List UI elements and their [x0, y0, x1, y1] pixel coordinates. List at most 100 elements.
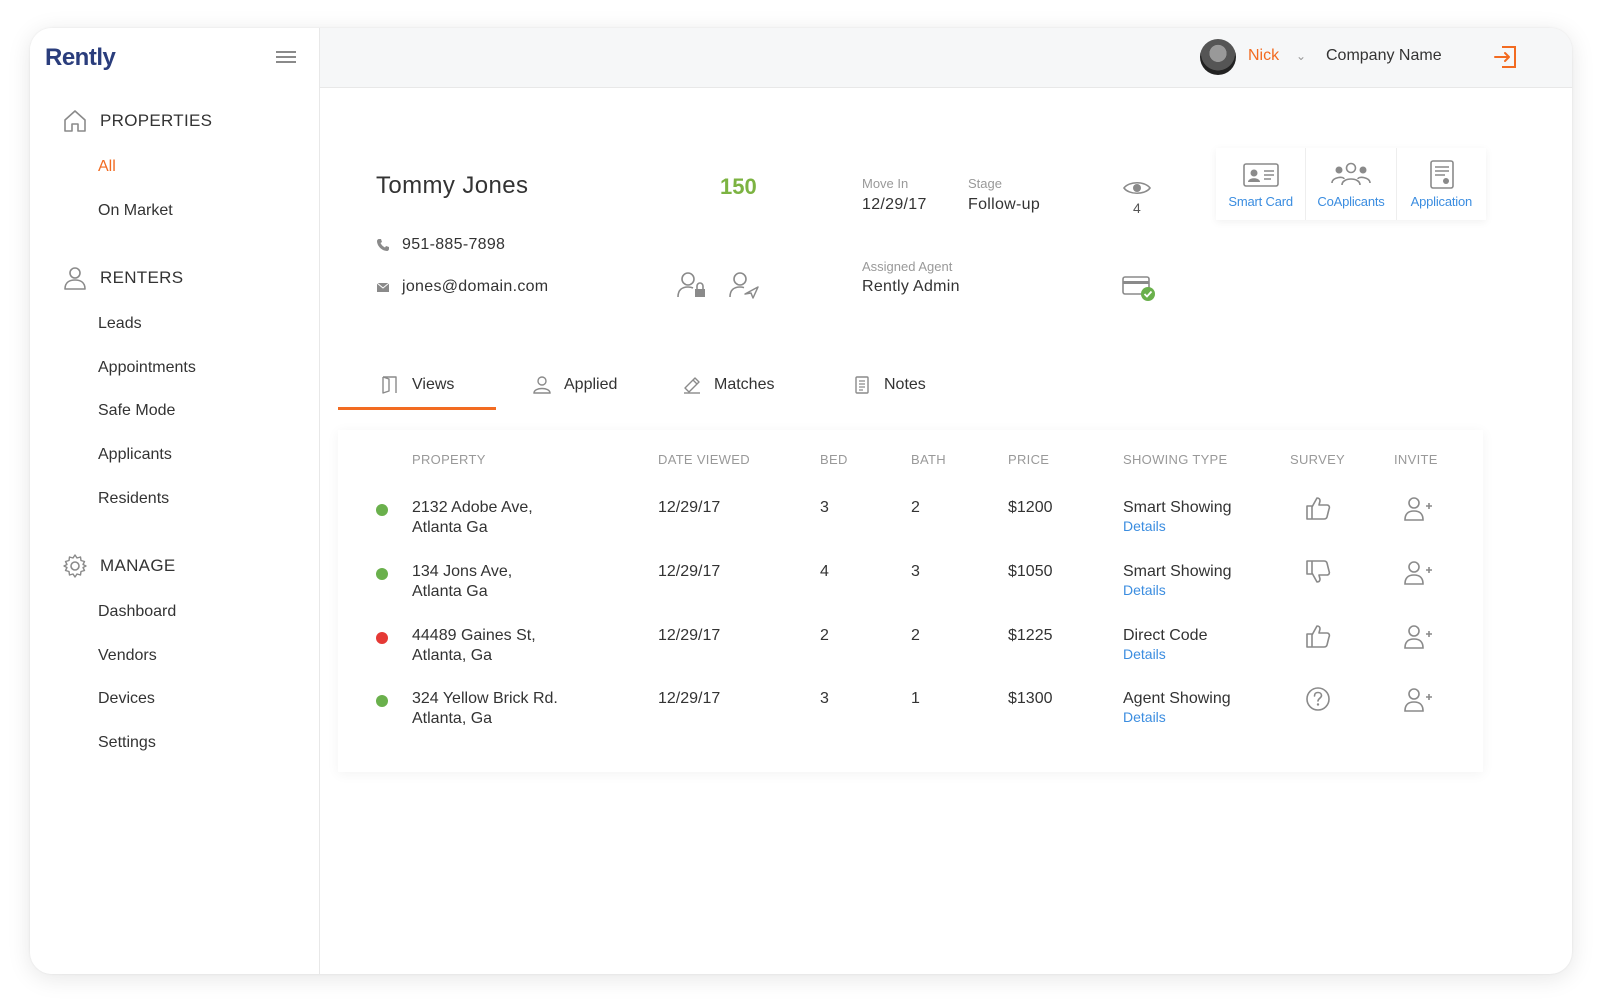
avatar[interactable]	[1200, 39, 1236, 75]
showing-type-label: Agent Showing	[1123, 690, 1231, 707]
sidebar: Rently PROPERTIES All On Market RENTERS …	[30, 28, 320, 974]
property-address[interactable]: 2132 Adobe Ave, Atlanta Ga	[412, 498, 612, 538]
smart-card-label: Smart Card	[1228, 193, 1293, 209]
user-send-icon[interactable]	[728, 270, 760, 300]
sidebar-section-manage: MANAGE	[62, 553, 175, 579]
address-line-2: Atlanta Ga	[412, 519, 488, 536]
table-row[interactable]: 324 Yellow Brick Rd. Atlanta, Ga 12/29/1…	[338, 683, 1483, 743]
sidebar-item-leads[interactable]: Leads	[98, 315, 142, 333]
user-lock-icon[interactable]	[676, 270, 708, 300]
address-line-1: 2132 Adobe Ave,	[412, 499, 533, 516]
user-menu-name[interactable]: Nick	[1248, 47, 1279, 65]
table-row[interactable]: 134 Jons Ave, Atlanta Ga 12/29/17 4 3 $1…	[338, 556, 1483, 616]
sidebar-item-all[interactable]: All	[98, 158, 116, 176]
invite-user-icon[interactable]	[1403, 560, 1433, 586]
assigned-agent-label: Assigned Agent	[862, 259, 953, 274]
thumbs-up-icon	[1306, 497, 1331, 520]
sidebar-item-on-market[interactable]: On Market	[98, 202, 173, 220]
sidebar-item-appointments[interactable]: Appointments	[98, 359, 196, 377]
invite-user-icon[interactable]	[1403, 687, 1433, 713]
invite-user-icon[interactable]	[1403, 496, 1433, 522]
date-viewed: 12/29/17	[658, 499, 721, 516]
table-row[interactable]: 2132 Adobe Ave, Atlanta Ga 12/29/17 3 2 …	[338, 492, 1483, 552]
address-line-2: Atlanta, Ga	[412, 647, 493, 664]
date-viewed: 12/29/17	[658, 690, 721, 707]
thumbs-up-icon	[1306, 625, 1331, 648]
matches-icon	[684, 377, 700, 394]
tab-applied[interactable]: Applied	[496, 360, 646, 410]
price: $1200	[1008, 499, 1053, 516]
renter-score: 150	[720, 174, 757, 199]
move-in-value: 12/29/17	[862, 196, 927, 213]
property-address[interactable]: 44489 Gaines St, Atlanta, Ga	[412, 626, 612, 666]
showing-type: Smart Showing Details	[1123, 498, 1232, 534]
assigned-agent-value: Rently Admin	[862, 278, 960, 295]
bed-count: 3	[820, 690, 829, 707]
address-line-2: Atlanta Ga	[412, 583, 488, 600]
showing-type-label: Smart Showing	[1123, 499, 1232, 516]
phone-number[interactable]: 951-885-7898	[402, 236, 505, 254]
details-link[interactable]: Details	[1123, 582, 1232, 598]
application-button[interactable]: Application	[1397, 148, 1486, 220]
bed-count: 4	[820, 563, 829, 580]
app-window: Rently PROPERTIES All On Market RENTERS …	[30, 28, 1572, 974]
group-icon	[1331, 162, 1371, 185]
coapplicants-button[interactable]: CoAplicants	[1306, 148, 1397, 220]
invite-user-icon[interactable]	[1403, 624, 1433, 650]
tab-applied-label: Applied	[564, 376, 618, 393]
tab-matches-label: Matches	[714, 376, 775, 393]
date-viewed: 12/29/17	[658, 563, 721, 580]
sidebar-item-dashboard[interactable]: Dashboard	[98, 603, 176, 621]
move-in-label: Move In	[862, 176, 909, 191]
user-icon	[533, 376, 551, 394]
smart-card-button[interactable]: Smart Card	[1216, 148, 1307, 220]
chevron-down-icon[interactable]: ⌄	[1296, 49, 1306, 63]
details-link[interactable]: Details	[1123, 709, 1231, 725]
col-header-bed: BED	[820, 452, 848, 467]
logout-icon[interactable]	[1492, 43, 1520, 71]
table-row[interactable]: 44489 Gaines St, Atlanta, Ga 12/29/17 2 …	[338, 620, 1483, 680]
col-header-date-viewed: DATE VIEWED	[658, 452, 750, 467]
tab-matches[interactable]: Matches	[646, 360, 816, 410]
details-link[interactable]: Details	[1123, 518, 1232, 534]
status-dot	[376, 695, 388, 707]
sidebar-item-applicants[interactable]: Applicants	[98, 446, 172, 464]
thumbs-down-icon	[1306, 560, 1331, 583]
status-dot	[376, 632, 388, 644]
tab-notes-label: Notes	[884, 376, 926, 393]
sidebar-section-renters: RENTERS	[62, 265, 183, 291]
rently-logo[interactable]: Rently	[45, 36, 116, 80]
notes-icon	[855, 376, 869, 394]
stage-label: Stage	[968, 176, 1002, 191]
hamburger-menu-icon[interactable]	[276, 51, 296, 65]
col-header-invite: INVITE	[1394, 452, 1438, 467]
application-label: Application	[1410, 193, 1473, 209]
col-header-price: PRICE	[1008, 452, 1050, 467]
price: $1225	[1008, 627, 1053, 644]
email-address[interactable]: jones@domain.com	[402, 278, 548, 296]
sidebar-item-residents[interactable]: Residents	[98, 490, 169, 508]
section-title-manage: MANAGE	[100, 556, 176, 575]
address-line-1: 324 Yellow Brick Rd.	[412, 690, 558, 707]
property-address[interactable]: 324 Yellow Brick Rd. Atlanta, Ga	[412, 689, 612, 729]
sidebar-item-safe-mode[interactable]: Safe Mode	[98, 402, 175, 420]
document-icon	[1430, 159, 1455, 189]
property-address[interactable]: 134 Jons Ave, Atlanta Ga	[412, 562, 612, 602]
tab-views[interactable]: Views	[338, 360, 496, 410]
coapplicants-label: CoAplicants	[1317, 193, 1385, 209]
sidebar-item-settings[interactable]: Settings	[98, 734, 156, 752]
card-verified-icon[interactable]	[1122, 274, 1156, 302]
col-header-bath: BATH	[911, 452, 946, 467]
sidebar-item-vendors[interactable]: Vendors	[98, 647, 157, 665]
showing-type: Smart Showing Details	[1123, 562, 1232, 598]
top-bar: Nick ⌄ Company Name	[320, 28, 1572, 88]
details-link[interactable]: Details	[1123, 646, 1207, 662]
sidebar-item-devices[interactable]: Devices	[98, 690, 155, 708]
address-line-2: Atlanta, Ga	[412, 710, 493, 727]
renter-actions: Smart Card CoAplicants Application	[1216, 148, 1486, 220]
status-dot	[376, 568, 388, 580]
tab-notes[interactable]: Notes	[816, 360, 956, 410]
door-icon	[382, 376, 397, 394]
price: $1050	[1008, 563, 1053, 580]
views-table: PROPERTY DATE VIEWED BED BATH PRICE SHOW…	[338, 430, 1483, 772]
